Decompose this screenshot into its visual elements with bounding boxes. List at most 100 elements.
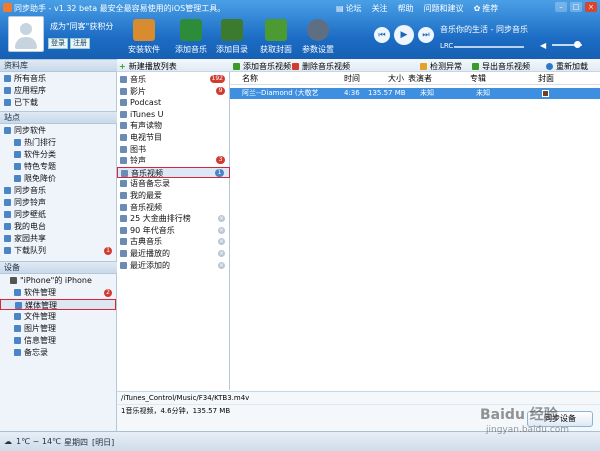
help-link[interactable]: 帮助 (398, 3, 414, 14)
sidebar-item-label: 同步音乐 (14, 186, 46, 195)
login-button[interactable]: 登录 (48, 38, 68, 49)
sidebar-site-item-9[interactable]: 家园共享 (0, 233, 116, 244)
previous-track-button[interactable]: ⏮ (374, 27, 390, 43)
music-icon (4, 187, 11, 194)
playlist-item-8[interactable]: 音乐视频 1 (117, 166, 230, 178)
sidebar-device-item-1[interactable]: 媒体管理 (0, 299, 116, 310)
remove-playlist-icon[interactable]: × (218, 238, 225, 246)
sidebar-item-label: 特色专题 (24, 162, 56, 171)
delete-music-video-button[interactable]: 删除音乐视频 (292, 61, 350, 72)
speaker-icon: ◀ (540, 41, 547, 50)
playlist-item-10[interactable]: 我的最爱 (117, 190, 230, 201)
sidebar-site-item-1[interactable]: 热门排行 (0, 137, 116, 148)
playlist-item-2[interactable]: Podcast (117, 97, 230, 108)
sidebar-item-1[interactable]: 应用程序 (0, 85, 116, 96)
sidebar-site-item-8[interactable]: 我的电台 (0, 221, 116, 232)
sidebar-device-item-0[interactable]: 软件管理 2 (0, 287, 116, 298)
volume-control[interactable]: ◀ (540, 41, 584, 50)
playlist-item-3[interactable]: iTunes U (117, 109, 230, 120)
device-name[interactable]: "iPhone"的 iPhone (0, 275, 116, 286)
col-size[interactable]: 大小 (388, 73, 404, 85)
playlist-item-label: 古典音乐 (130, 237, 162, 247)
playlist-icon (120, 215, 127, 223)
next-track-button[interactable]: ⏭ (418, 27, 434, 43)
volume-knob[interactable] (574, 41, 581, 48)
sidebar-site-item-6[interactable]: 同步铃声 (0, 197, 116, 208)
progress-track[interactable] (454, 46, 524, 48)
playlist-item-1[interactable]: 影片 9 (117, 86, 230, 97)
playlist-item-16[interactable]: 最近添加的 × (117, 260, 230, 271)
recommend-link[interactable]: ✿ 推荐 (474, 3, 499, 14)
top-links: ▤ 论坛 关注 帮助 问题和建议 ✿ 推荐 (336, 3, 498, 14)
sidebar-item-label: 信息管理 (24, 336, 56, 345)
playlist-item-9[interactable]: 语音备忘录 (117, 178, 230, 189)
film-icon (120, 87, 127, 95)
sidebar-device-item-2[interactable]: 文件管理 (0, 311, 116, 322)
export-music-video-button[interactable]: 导出音乐视频 (472, 61, 530, 72)
playlist-item-5[interactable]: 电视节目 (117, 132, 230, 143)
sidebar-site-item-10[interactable]: 下载队列 1 (0, 245, 116, 256)
playlist-item-11[interactable]: 音乐视频 (117, 202, 230, 213)
play-button[interactable]: ▶ (394, 25, 414, 45)
playlist-item-7[interactable]: 铃声 3 (117, 155, 230, 166)
sidebar-site-item-2[interactable]: 软件分类 (0, 149, 116, 160)
playlist-item-13[interactable]: 90 年代音乐 × (117, 225, 230, 236)
reload-button[interactable]: 重新加载 (546, 61, 588, 72)
lrc-toggle[interactable]: LRC (440, 42, 453, 50)
export-icon (472, 63, 479, 70)
playlist-item-label: 我的最爱 (130, 191, 162, 200)
col-album[interactable]: 专辑 (470, 73, 486, 85)
feedback-link[interactable]: 问题和建议 (424, 3, 464, 14)
detect-error-button[interactable]: 检测异常 (420, 61, 462, 72)
register-button[interactable]: 注册 (70, 38, 90, 49)
add-music-video-button[interactable]: 添加音乐视频 (233, 61, 291, 72)
playlist-item-label: 音乐 (130, 75, 146, 84)
section-header-device: 设备 (0, 261, 117, 274)
playlist-icon (120, 238, 127, 246)
col-time[interactable]: 时间 (344, 73, 360, 85)
playlist-item-0[interactable]: 音乐 192 (117, 74, 230, 85)
sidebar-site-item-4[interactable]: 限免降价 (0, 173, 116, 184)
sidebar-site-item-5[interactable]: 同步音乐 (0, 185, 116, 196)
remove-playlist-icon[interactable]: × (218, 215, 225, 223)
new-playlist-button[interactable]: + 新建播放列表 (119, 61, 177, 72)
sidebar-site-item-0[interactable]: 同步软件 (0, 125, 116, 136)
sidebar-device-item-3[interactable]: 图片管理 (0, 323, 116, 334)
table-row[interactable]: 阿兰--Diamond (大敬艺 4:36 135.57 MB 未知 未知 (230, 88, 600, 99)
playlist-item-6[interactable]: 图书 (117, 144, 230, 155)
sidebar-site-item-7[interactable]: 同步壁纸 (0, 209, 116, 220)
install-software-button[interactable]: 安装软件 (118, 19, 170, 59)
playlist-item-4[interactable]: 有声读物 (117, 120, 230, 131)
sidebar-item-2[interactable]: 已下载 (0, 97, 116, 108)
settings-button[interactable]: 参数设置 (292, 19, 344, 59)
col-name[interactable]: 名称 (242, 73, 258, 85)
minimize-button[interactable]: – (555, 2, 567, 12)
avatar[interactable] (8, 16, 44, 52)
add-music-icon (180, 19, 202, 41)
maximize-button[interactable]: □ (570, 2, 582, 12)
radio-icon (4, 223, 11, 230)
sidebar-device-item-5[interactable]: 备忘录 (0, 347, 116, 358)
sidebar-site-item-3[interactable]: 特色专题 (0, 161, 116, 172)
remove-playlist-icon[interactable]: × (218, 250, 225, 257)
sidebar-item-0[interactable]: 所有音乐 (0, 73, 116, 84)
sidebar-item-label: 同步铃声 (14, 198, 46, 207)
col-artist[interactable]: 表演者 (408, 73, 432, 85)
playlist-item-12[interactable]: 25 大金曲排行榜 × (117, 213, 230, 224)
sidebar-item-label: 已下载 (14, 98, 38, 107)
playlist-item-14[interactable]: 古典音乐 × (117, 236, 230, 247)
sidebar-item-label: 文件管理 (24, 312, 56, 321)
playlist-item-label: 有声读物 (130, 121, 162, 131)
playlist-item-15[interactable]: 最近播放的 × (117, 248, 230, 259)
forum-link[interactable]: ▤ 论坛 (336, 3, 362, 14)
sidebar-item-label: 备忘录 (24, 348, 48, 357)
col-cover[interactable]: 封面 (538, 73, 554, 85)
remove-playlist-icon[interactable]: × (218, 226, 225, 234)
remove-playlist-icon[interactable]: × (218, 261, 225, 269)
music-icon (4, 75, 11, 82)
tomorrow-link[interactable]: [明日] (92, 437, 114, 448)
follow-link[interactable]: 关注 (372, 3, 388, 14)
sidebar-device-item-4[interactable]: 信息管理 (0, 335, 116, 346)
close-button[interactable]: × (585, 2, 597, 12)
category-icon (14, 151, 21, 158)
